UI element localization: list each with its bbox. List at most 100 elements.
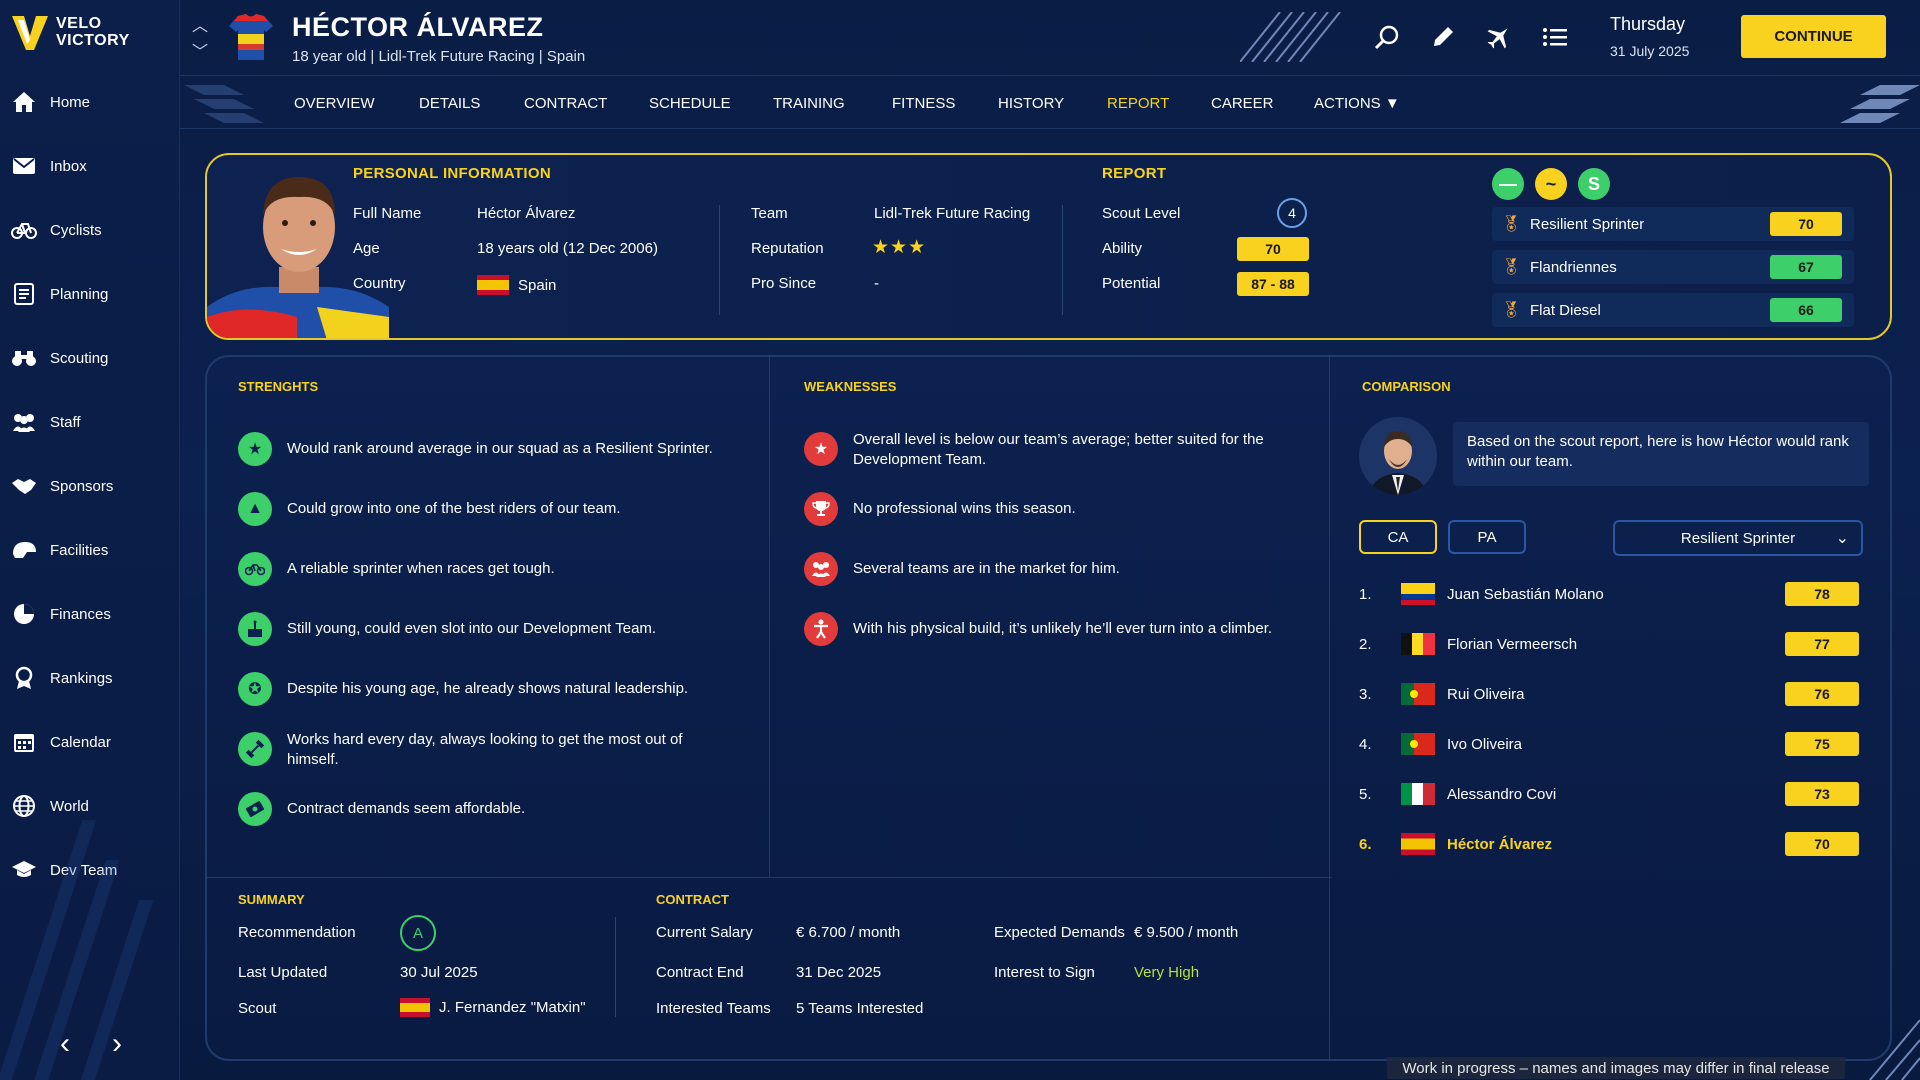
role-type-flat-icon[interactable]: — [1492,168,1524,200]
scout-value: J. Fernandez "Matxin" [439,999,586,1016]
sidebar-item-inbox[interactable]: Inbox [0,134,180,198]
rank-number: 1. [1359,585,1372,603]
medal-icon: 🏅︎ [1500,216,1522,233]
chevron-down-icon[interactable]: ﹀ [192,38,212,64]
chevron-up-icon[interactable]: ︿ [192,12,212,38]
helmet-icon [10,536,38,564]
sidebar-item-label: Home [50,93,91,111]
ranking-row-current-player[interactable]: 6. Héctor Álvarez 70 [1359,829,1859,859]
toggle-ca[interactable]: CA [1359,520,1437,554]
strength-item: ▲ Could grow into one of the best riders… [238,492,621,526]
forward-arrow-icon[interactable]: › [102,1029,132,1060]
role-type-sprint-icon[interactable]: S [1578,168,1610,200]
growth-icon: ▲ [238,492,272,526]
tab-training[interactable]: TRAINING [773,95,845,112]
spain-flag-icon [400,998,430,1017]
strength-text: Could grow into one of the best riders o… [287,500,621,517]
sidebar-item-cyclists[interactable]: Cyclists [0,198,180,262]
salary-label: Current Salary [656,924,753,941]
role-row[interactable]: 🏅︎ Flat Diesel 66 [1492,293,1854,327]
tab-details[interactable]: DETAILS [419,95,480,112]
sidebar-item-label: Planning [50,285,109,303]
star-icon: ★ [238,432,272,466]
ranking-row[interactable]: 1. Juan Sebastián Molano 78 [1359,579,1859,609]
pro-since-value: - [874,275,879,292]
divider [719,205,720,315]
rank-number: 2. [1359,635,1372,653]
leadership-icon: ✪ [238,672,272,706]
ranking-row[interactable]: 3. Rui Oliveira 76 [1359,679,1859,709]
page-title: HÉCTOR ÁLVAREZ [292,12,544,42]
sidebar-item-scouting[interactable]: Scouting [0,326,180,390]
rank-score: 73 [1785,782,1859,806]
tab-history[interactable]: HISTORY [998,95,1064,112]
logo-line2: VICTORY [56,32,130,49]
tab-contract[interactable]: CONTRACT [524,95,607,112]
rank-score: 77 [1785,632,1859,656]
date-day: Thursday [1610,14,1686,34]
country-value: Spain [518,276,557,294]
scout-label: Scout [238,1000,277,1017]
rank-score: 75 [1785,732,1859,756]
chevron-down-icon: ⌄ [1835,530,1849,547]
role-select-dropdown[interactable]: Resilient Sprinter ⌄ [1613,520,1863,556]
search-icon[interactable] [1370,20,1404,54]
sidebar-item-calendar[interactable]: Calendar [0,710,180,774]
divider [1062,205,1063,315]
sidebar-item-rankings[interactable]: Rankings [0,646,180,710]
sidebar: VELO VICTORY Home Inbox Cyclists Plannin… [0,0,180,1080]
strength-text: Contract demands seem affordable. [287,800,526,817]
belgium-flag-icon [1401,633,1435,655]
tab-fitness[interactable]: FITNESS [892,95,955,112]
weakness-item: With his physical build, it’s unlikely h… [804,612,1272,646]
team-value: Lidl-Trek Future Racing [874,205,1031,222]
logo[interactable]: VELO VICTORY [10,10,130,54]
tab-overview[interactable]: OVERVIEW [294,95,375,112]
continue-button[interactable]: CONTINUE [1741,15,1886,58]
sidebar-item-sponsors[interactable]: Sponsors [0,454,180,518]
sidebar-item-label: Staff [50,413,81,431]
trophy-icon [804,492,838,526]
rank-score: 76 [1785,682,1859,706]
sidebar-item-facilities[interactable]: Facilities [0,518,180,582]
portugal-flag-icon [1401,733,1435,755]
role-type-hilly-icon[interactable]: ~ [1535,168,1567,200]
date-full: 31 July 2025 [1610,43,1690,59]
sidebar-nav: Home Inbox Cyclists Planning Scouting St… [0,70,180,902]
sidebar-item-staff[interactable]: Staff [0,390,180,454]
role-row[interactable]: 🏅︎ Flandriennes 67 [1492,250,1854,284]
list-menu-icon[interactable] [1538,20,1572,54]
ranking-row[interactable]: 2. Florian Vermeersch 77 [1359,629,1859,659]
toggle-pa[interactable]: PA [1448,520,1526,554]
weakness-text: Overall level is below our team’s averag… [853,431,1264,468]
date-display: Thursday 31 July 2025 [1610,14,1689,59]
strength-text: Still young, could even slot into our De… [287,620,657,637]
tab-career[interactable]: CAREER [1211,95,1274,112]
edit-pencil-icon[interactable] [1426,20,1460,54]
interest-label: Interest to Sign [994,964,1095,981]
bicycle-icon [238,552,272,586]
airplane-icon[interactable] [1482,20,1516,54]
ranking-row[interactable]: 5. Alessandro Covi 73 [1359,779,1859,809]
sidebar-item-dev-team[interactable]: Dev Team [0,838,180,902]
pie-chart-icon [10,600,38,628]
ranking-row[interactable]: 4. Ivo Oliveira 75 [1359,729,1859,759]
corner-stripes-decoration [1869,1019,1920,1080]
tab-actions[interactable]: ACTIONS ▼ [1314,95,1400,112]
sidebar-item-planning[interactable]: Planning [0,262,180,326]
role-name: Flandriennes [1530,258,1617,276]
sidebar-item-finances[interactable]: Finances [0,582,180,646]
team-label: Team [751,205,788,222]
back-arrow-icon[interactable]: ‹ [50,1029,80,1060]
sidebar-item-label: Scouting [50,349,109,367]
role-row[interactable]: 🏅︎ Resilient Sprinter 70 [1492,207,1854,241]
tab-report[interactable]: REPORT [1107,95,1169,112]
dumbbell-icon [238,732,272,766]
rank-name: Héctor Álvarez [1447,835,1553,853]
strength-item: ✪ Despite his young age, he already show… [238,672,688,706]
sidebar-item-home[interactable]: Home [0,70,180,134]
medal-icon: 🏅︎ [1500,302,1522,319]
work-in-progress-notice: Work in progress – names and images may … [1387,1057,1845,1079]
tab-schedule[interactable]: SCHEDULE [649,95,731,112]
strength-item: Still young, could even slot into our De… [238,612,656,646]
